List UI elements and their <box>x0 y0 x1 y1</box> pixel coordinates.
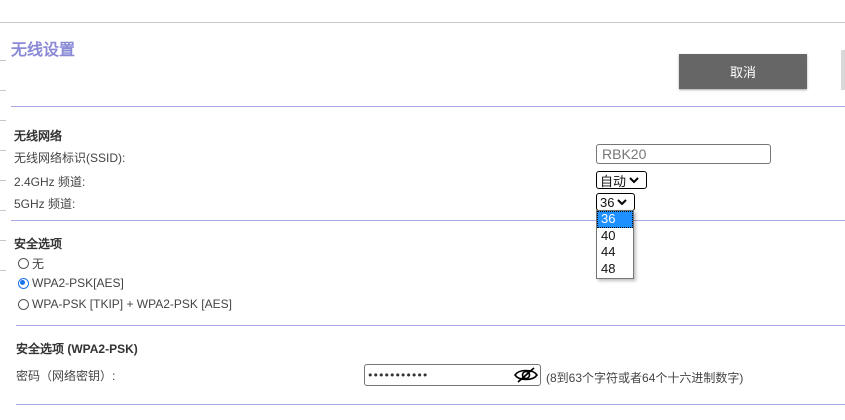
ssid-label: 无线网络标识(SSID): <box>14 151 126 165</box>
band24-channel-value: 自动 <box>600 173 627 189</box>
chevron-down-icon <box>629 177 639 184</box>
wpa-section-title: 安全选项 (WPA2-PSK) <box>16 342 138 356</box>
band24-channel-select[interactable]: 自动 <box>596 171 647 189</box>
security-option-label: WPA-PSK [TKIP] + WPA2-PSK [AES] <box>32 297 232 311</box>
security-option-label: 无 <box>32 257 45 271</box>
security-option-none[interactable]: 无 <box>18 255 44 272</box>
left-edge-ticks <box>0 30 6 330</box>
channel-option[interactable]: 40 <box>597 228 633 245</box>
password-label: 密码（网络密钥）: <box>16 369 116 383</box>
page-title: 无线设置 <box>11 42 76 59</box>
wireless-divider <box>11 220 845 221</box>
security-option-label: WPA2-PSK[AES] <box>32 276 124 290</box>
channel-option[interactable]: 44 <box>597 244 633 261</box>
password-hint: (8到63个字符或者64个十六进制数字) <box>546 371 744 385</box>
band24-channel-label: 2.4GHz 频道: <box>14 175 86 189</box>
password-value: ••••••••••• <box>367 369 428 382</box>
security-divider <box>16 325 845 326</box>
band5-channel-dropdown[interactable]: 36 40 44 48 <box>596 210 634 279</box>
channel-option[interactable]: 36 <box>597 211 633 228</box>
band5-channel-select[interactable]: 36 <box>596 193 635 211</box>
band5-channel-label: 5GHz 频道: <box>14 197 76 211</box>
header-divider <box>11 106 845 107</box>
radio-wpa2[interactable] <box>18 277 29 289</box>
right-edge-stub <box>841 50 845 90</box>
top-divider <box>0 22 845 23</box>
ssid-input[interactable] <box>596 144 771 164</box>
wireless-section-title: 无线网络 <box>14 129 63 143</box>
security-option-wpa2[interactable]: WPA2-PSK[AES] <box>18 276 124 290</box>
bottom-divider <box>16 404 845 405</box>
security-section-title: 安全选项 <box>14 237 63 251</box>
cancel-button[interactable]: 取消 <box>679 54 807 89</box>
radio-mixed[interactable] <box>18 298 29 310</box>
band5-channel-value: 36 <box>600 194 615 210</box>
eye-slash-icon[interactable] <box>514 366 538 384</box>
radio-none[interactable] <box>18 258 29 269</box>
security-option-mixed[interactable]: WPA-PSK [TKIP] + WPA2-PSK [AES] <box>18 297 232 311</box>
channel-option[interactable]: 48 <box>597 261 633 278</box>
chevron-down-icon <box>617 199 628 206</box>
